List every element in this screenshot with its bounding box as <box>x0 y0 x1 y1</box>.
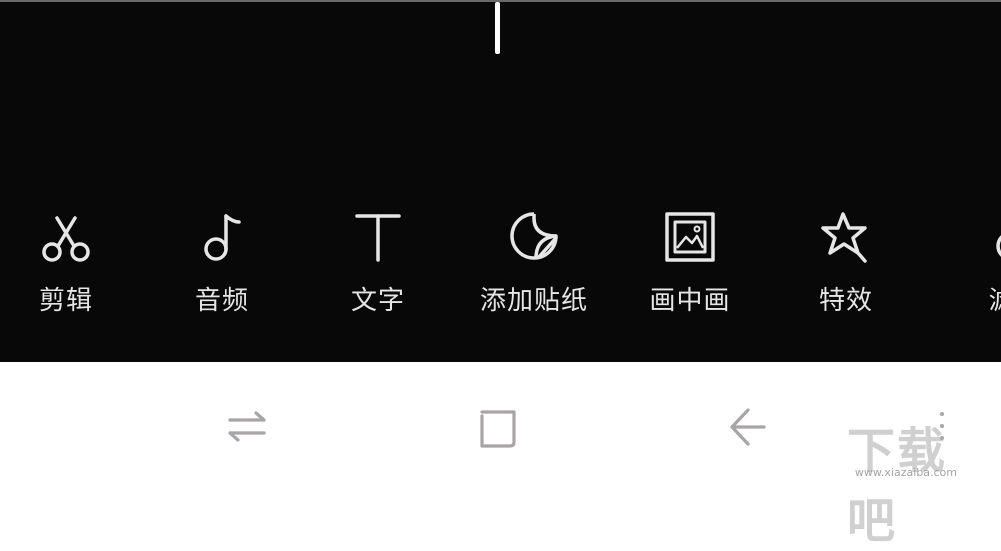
back-icon <box>722 402 772 452</box>
music-note-icon <box>193 208 251 266</box>
tool-audio-label: 音频 <box>194 286 249 316</box>
effects-star-icon <box>817 208 875 266</box>
home-button[interactable] <box>472 402 522 452</box>
tool-text-label: 文字 <box>350 286 405 316</box>
watermark-subtitle: www.xiazaiba.com <box>854 466 957 479</box>
recent-apps-button[interactable] <box>222 402 272 452</box>
tool-cut[interactable]: 剪辑 <box>6 200 126 320</box>
tool-effects[interactable]: 特效 <box>786 200 906 320</box>
watermark-logo: 下载吧 www.xiazaiba.com <box>847 411 997 549</box>
tool-filter-label: 滤 <box>942 280 1001 317</box>
tool-audio[interactable]: 音频 <box>162 200 282 320</box>
watermark-title: 下载吧 <box>847 423 948 549</box>
edit-toolbar: 剪辑 音频 文字 添加贴纸 画中画 特效 <box>0 200 1001 330</box>
text-icon <box>349 208 407 266</box>
back-button[interactable] <box>722 402 772 452</box>
picture-in-picture-icon <box>661 208 719 266</box>
sticker-icon <box>505 208 563 266</box>
tool-picture-in-picture[interactable]: 画中画 <box>630 200 750 320</box>
tool-filter[interactable]: 滤 <box>942 200 1001 320</box>
tool-add-sticker-label: 添加贴纸 <box>479 286 588 316</box>
switch-apps-icon <box>222 402 272 452</box>
tool-text[interactable]: 文字 <box>318 200 438 320</box>
tool-cut-label: 剪辑 <box>38 286 93 316</box>
video-editor-panel: 剪辑 音频 文字 添加贴纸 画中画 特效 <box>0 0 1001 362</box>
filter-icon <box>973 208 1001 266</box>
timeline-playhead[interactable] <box>495 2 500 54</box>
system-navigation-bar: 下载吧 www.xiazaiba.com <box>0 362 1001 549</box>
tool-effects-label: 特效 <box>818 286 873 316</box>
scissors-icon <box>37 208 95 266</box>
tool-picture-in-picture-label: 画中画 <box>649 286 731 316</box>
timeline-top-border <box>0 0 1001 2</box>
home-square-icon <box>472 402 522 452</box>
tool-add-sticker[interactable]: 添加贴纸 <box>474 200 594 320</box>
